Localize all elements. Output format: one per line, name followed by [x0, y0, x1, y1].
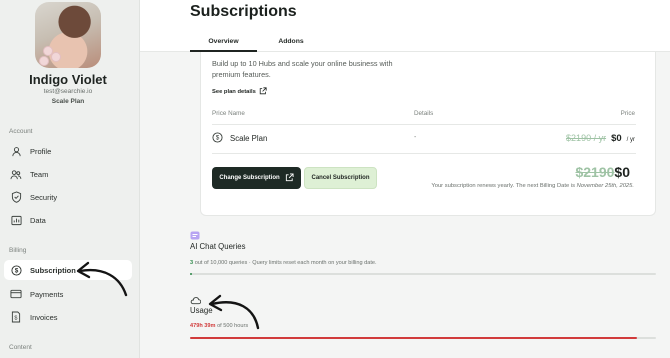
sidebar-item-data[interactable]: Data — [4, 210, 132, 230]
change-subscription-label: Change Subscription — [219, 175, 280, 181]
tab-addons[interactable]: Addons — [263, 38, 319, 50]
page-header: Subscriptions Overview Addons — [140, 0, 670, 52]
column-header-price-name: Price Name — [212, 110, 245, 117]
sidebar-item-payments[interactable]: Payments — [4, 284, 132, 304]
ai-queries-usage: 3 out of 10,000 queries · Query limits r… — [190, 260, 377, 266]
old-price: $2190 / yr — [566, 133, 607, 143]
external-link-icon — [259, 87, 267, 97]
plan-card: Build up to 10 Hubs and scale your onlin… — [200, 52, 656, 216]
sidebar-item-label: Payments — [30, 289, 64, 299]
usage-used: 479h 39m — [190, 323, 216, 329]
usage-progress — [190, 337, 656, 339]
renewal-date: November 25th, 2025. — [576, 183, 634, 189]
sidebar-item-label: Profile — [30, 146, 52, 156]
plan-details-label: See plan details — [212, 89, 256, 95]
usage-progress-fill — [190, 337, 637, 339]
sidebar-item-label: Team — [30, 169, 49, 179]
data-icon — [10, 214, 22, 226]
total-old-price: $2190 — [575, 164, 615, 180]
total-price: $2190 $0 — [575, 164, 630, 180]
total-new-price: $0 — [614, 164, 630, 180]
svg-text:$: $ — [216, 135, 220, 142]
user-email: test@searchie.io — [43, 88, 93, 95]
external-link-icon — [285, 172, 294, 184]
svg-text:$: $ — [14, 267, 18, 274]
svg-text:$: $ — [14, 316, 17, 322]
change-subscription-button[interactable]: Change Subscription — [212, 167, 301, 189]
usage-title: Usage — [190, 306, 213, 315]
plan-row-price: $2190 / yr $0 / yr — [566, 133, 635, 144]
plan-row-details: - — [414, 134, 417, 141]
card-icon — [10, 288, 22, 300]
ai-queries-title: AI Chat Queries — [190, 242, 246, 251]
sidebar-item-label: Subscription — [30, 265, 76, 275]
ai-queries-progress — [190, 273, 656, 275]
tab-overview[interactable]: Overview — [190, 38, 257, 52]
user-name: Indigo Violet — [29, 72, 107, 87]
user-plan: Scale Plan — [51, 98, 85, 105]
section-label-billing: Billing — [9, 247, 27, 254]
ai-queries-limit: out of 10,000 queries — [194, 260, 248, 266]
section-label-content: Content — [9, 344, 32, 351]
sidebar-item-team[interactable]: Team — [4, 164, 132, 184]
avatar[interactable] — [35, 2, 101, 68]
sidebar-item-invoices[interactable]: $ Invoices — [4, 307, 132, 327]
sidebar-item-label: Invoices — [30, 312, 58, 322]
divider — [212, 153, 636, 154]
column-header-details: Details — [414, 110, 434, 117]
sidebar-item-label: Security — [30, 192, 58, 202]
sidebar-item-profile[interactable]: Profile — [4, 141, 132, 161]
sidebar: Indigo Violet test@searchie.io Scale Pla… — [0, 0, 140, 358]
sidebar-item-label: Data — [30, 215, 46, 225]
plan-row-name: Scale Plan — [230, 134, 268, 143]
price-period: / yr — [626, 137, 635, 143]
usage-limit: of 500 hours — [217, 323, 249, 329]
column-header-price: Price — [620, 110, 635, 117]
new-price: $0 — [611, 133, 622, 144]
invoice-icon: $ — [10, 311, 22, 323]
user-icon — [10, 145, 22, 157]
dollar-circle-icon: $ — [10, 264, 22, 276]
renewal-text: Your subscription renews yearly. The nex… — [431, 183, 575, 189]
plan-row: $ Scale Plan — [212, 132, 267, 145]
team-icon — [10, 168, 22, 180]
divider — [212, 124, 636, 125]
ai-queries-used: 3 — [190, 260, 194, 266]
section-label-account: Account — [9, 128, 33, 135]
plan-details-link[interactable]: See plan details — [212, 87, 267, 97]
cancel-subscription-button[interactable]: Cancel Subscription — [304, 167, 377, 189]
renewal-note: Your subscription renews yearly. The nex… — [431, 183, 634, 189]
ai-queries-note: · Query limits reset each month on your … — [248, 260, 377, 266]
sidebar-item-subscription[interactable]: $ Subscription — [4, 260, 132, 280]
dollar-circle-icon: $ — [212, 132, 223, 145]
sidebar-item-security[interactable]: Security — [4, 187, 132, 207]
page-title: Subscriptions — [190, 3, 297, 20]
ai-queries-progress-fill — [190, 273, 192, 275]
plan-description: Build up to 10 Hubs and scale your onlin… — [212, 59, 393, 79]
main-content: Subscriptions Overview Addons Build up t… — [140, 0, 670, 358]
shield-icon — [10, 191, 22, 203]
usage-summary: 479h 39m of 500 hours — [190, 323, 248, 329]
